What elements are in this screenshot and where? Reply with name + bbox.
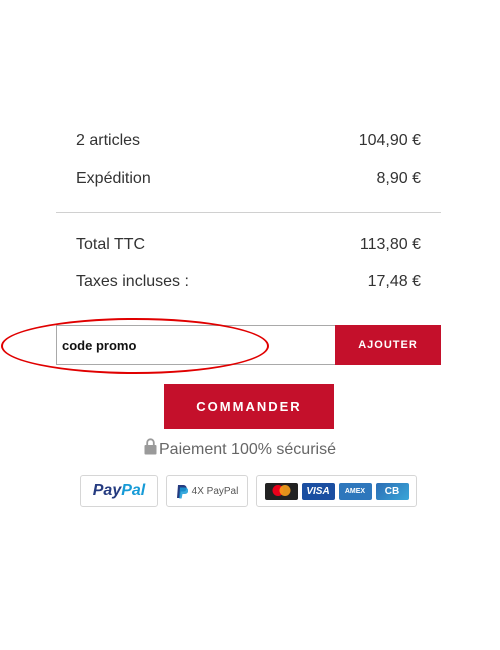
- cb-icon: CB: [375, 482, 409, 500]
- paypal-4x-badge: 4X PayPal: [166, 475, 248, 507]
- secure-payment-notice: Paiement 100% sécurisé: [144, 437, 336, 462]
- tax-value: 17,48 €: [367, 273, 421, 290]
- visa-icon: VISA: [301, 482, 335, 500]
- paypal-logo-part1: Pay: [92, 482, 122, 499]
- tax-label: Taxes incluses :: [76, 273, 189, 290]
- summary-row-total: Total TTC 113,80 €: [76, 232, 421, 258]
- summary-row-shipping: Expédition 8,90 €: [76, 166, 421, 192]
- add-promo-button[interactable]: AJOUTER: [335, 325, 441, 365]
- shipping-label: Expédition: [76, 170, 151, 187]
- secure-payment-text: Paiement 100% sécurisé: [159, 441, 336, 458]
- summary-row-tax: Taxes incluses : 17,48 €: [76, 269, 421, 295]
- promo-code-input[interactable]: [56, 325, 335, 365]
- total-label: Total TTC: [76, 236, 146, 253]
- paypal-4x-text: 4X PayPal: [191, 485, 239, 497]
- mastercard-icon: [264, 482, 298, 500]
- paypal-p-icon: [176, 484, 188, 498]
- amex-icon: AMEX: [338, 482, 372, 500]
- total-value: 113,80 €: [359, 236, 421, 253]
- paypal-badge: Pay Pal: [80, 475, 158, 507]
- shipping-value: 8,90 €: [376, 170, 421, 187]
- cards-badge: VISA AMEX CB: [256, 475, 417, 507]
- summary-row-articles: 2 articles 104,90 €: [76, 128, 421, 154]
- summary-divider: [56, 212, 441, 213]
- paypal-logo-part2: Pal: [121, 482, 146, 499]
- articles-value: 104,90 €: [358, 132, 421, 149]
- lock-icon: [144, 437, 157, 454]
- articles-label: 2 articles: [76, 132, 141, 149]
- order-button[interactable]: COMMANDER: [164, 384, 334, 429]
- promo-code-form: AJOUTER: [56, 325, 441, 365]
